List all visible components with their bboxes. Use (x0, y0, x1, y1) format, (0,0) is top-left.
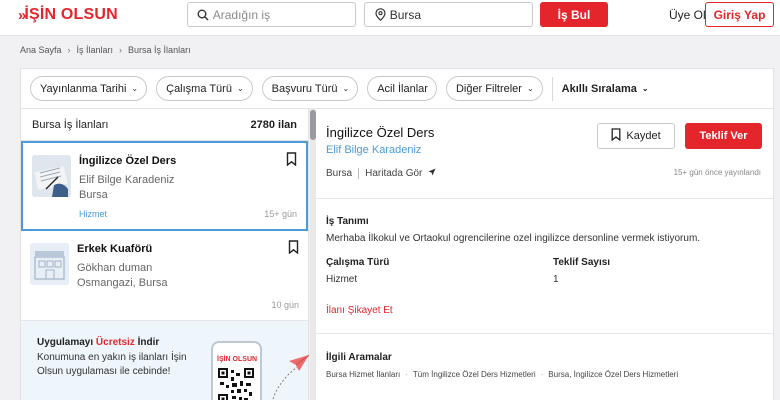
promo-title-post: İndir (134, 337, 160, 348)
chevron-right-icon: › (119, 45, 123, 55)
related-searches-heading: İlgili Aramalar (326, 352, 392, 363)
filter-bar: Yayınlanma Tarihi ⌄ Çalışma Türü ⌄ Başvuru… (20, 68, 774, 108)
job-thumbnail (30, 243, 69, 285)
find-jobs-button[interactable]: İş Bul (540, 2, 608, 27)
job-location: Bursa (79, 189, 108, 201)
breadcrumb: Ana Sayfa › İş İlanları › Bursa İş İlanl… (20, 45, 191, 55)
site-logo[interactable]: » İŞİN OLSUN (18, 5, 118, 25)
filter-application-type[interactable]: Başvuru Türü ⌄ (261, 76, 359, 101)
divider (358, 168, 360, 179)
chevron-down-icon: ⌄ (526, 84, 534, 93)
chevron-down-icon: ⌄ (342, 84, 350, 93)
app-promo-banner[interactable]: Uygulamayı Ücretsiz İndir Konumuna en ya… (21, 321, 310, 400)
report-listing-link[interactable]: İlanı Şikayet Et (326, 305, 393, 316)
job-company: Gökhan duman (77, 262, 153, 274)
job-location: Osmangazi, Bursa (77, 277, 168, 289)
detail-location: Bursa (326, 168, 353, 179)
job-title: Erkek Kuaförü (77, 243, 153, 255)
job-card[interactable]: Erkek Kuaförü Gökhan duman Osmangazi, Bu… (21, 231, 308, 321)
promo-title-highlight: Ücretsiz (95, 337, 135, 348)
detail-title: İngilizce Özel Ders (326, 125, 435, 140)
sort-label: Akıllı Sıralama (561, 82, 637, 95)
make-offer-button[interactable]: Teklif Ver (685, 123, 762, 149)
job-tag: Hizmet (79, 209, 108, 219)
job-description: Merhaba İlkokul ve Ortaokul ogrencilerin… (326, 233, 701, 244)
map-link[interactable]: Haritada Gör (365, 168, 422, 179)
chevron-down-icon: ⌄ (641, 84, 649, 93)
related-link[interactable]: Bursa Hizmet İlanları (326, 370, 400, 379)
filter-urgent[interactable]: Acil İlanlar (367, 76, 437, 101)
breadcrumb-current: Bursa İş İlanları (128, 45, 191, 55)
promo-title: Uygulamayı Ücretsiz İndir (37, 337, 159, 348)
qr-code-icon (218, 368, 254, 400)
navigation-arrow-icon (428, 168, 436, 179)
phone-logo: İŞİN OLSUN (217, 356, 258, 363)
sort-dropdown[interactable]: Akıllı Sıralama ⌄ (562, 83, 649, 95)
paper-plane-icon (272, 354, 310, 400)
job-age: 10 gün (271, 300, 299, 310)
bookmark-icon (611, 128, 621, 144)
chip-label: Yayınlanma Tarihi (40, 82, 127, 95)
logo-text: İŞİN OLSUN (24, 6, 118, 23)
chevron-right-icon: › (67, 45, 71, 55)
chevron-down-icon: ⌄ (236, 84, 244, 93)
job-card[interactable]: İngilizce Özel Ders Elif Bilge Karadeniz… (21, 141, 308, 231)
job-age: 15+ gün (264, 209, 297, 219)
work-type-value: Hizmet (326, 274, 358, 285)
related-link[interactable]: Tüm İngilizce Özel Ders Hizmetleri (413, 370, 536, 379)
chevron-down-icon: ⌄ (131, 84, 139, 93)
breadcrumb-home[interactable]: Ana Sayfa (20, 45, 62, 55)
divider (316, 333, 774, 334)
promo-title-pre: Uygulamayı (37, 337, 96, 348)
offer-count-value: 1 (553, 274, 559, 285)
promo-text: Konumuna en yakın iş ilanları İşin Olsun… (37, 352, 187, 377)
offer-count-label: Teklif Sayısı (553, 257, 611, 268)
breadcrumb-jobs[interactable]: İş İlanları (77, 45, 114, 55)
list-title: Bursa İş İlanları (32, 118, 109, 131)
location-input[interactable] (389, 7, 532, 22)
location-search-box[interactable] (364, 2, 533, 27)
chip-label: Diğer Filtreler (455, 82, 522, 95)
top-header: » İŞİN OLSUN İş Bul Üye Ol Giriş Yap (0, 0, 780, 36)
chip-label: Başvuru Türü (271, 82, 338, 95)
job-company: Elif Bilge Karadeniz (79, 174, 175, 186)
list-header: Bursa İş İlanları 2780 ilan (21, 109, 308, 141)
save-label: Kaydet (626, 130, 661, 142)
related-link[interactable]: Bursa, İngilizce Özel Ders Hizmetleri (548, 370, 678, 379)
save-button[interactable]: Kaydet (597, 123, 675, 149)
chip-label: Çalışma Türü (166, 82, 232, 95)
related-searches: Bursa Hizmet İlanları · Tüm İngilizce Öz… (326, 370, 678, 379)
phone-mockup: İŞİN OLSUN (211, 341, 262, 400)
chip-label: Acil İlanlar (377, 82, 428, 95)
register-link[interactable]: Üye Ol (669, 8, 706, 22)
separator: · (405, 370, 408, 379)
search-icon (194, 9, 213, 21)
filter-work-type[interactable]: Çalışma Türü ⌄ (156, 76, 253, 101)
job-thumbnail (32, 155, 71, 197)
location-pin-icon (371, 8, 390, 21)
logo-arrows-icon: » (18, 6, 27, 24)
keyword-input[interactable] (212, 7, 355, 22)
keyword-search-box[interactable] (187, 2, 356, 27)
job-desc-heading: İş Tanımı (326, 216, 369, 227)
detail-meta: Bursa Haritada Gör (326, 168, 436, 179)
job-title: İngilizce Özel Ders (79, 155, 177, 167)
divider (316, 198, 774, 199)
posted-date: 15+ gün önce yayınlandı (673, 168, 761, 177)
bookmark-icon[interactable] (288, 240, 299, 257)
divider (551, 76, 553, 101)
login-button[interactable]: Giriş Yap (705, 2, 774, 27)
detail-company-link[interactable]: Elif Bilge Karadeniz (326, 144, 421, 156)
listing-count: 2780 ilan (250, 118, 297, 131)
separator: · (540, 370, 544, 379)
job-list-panel: Bursa İş İlanları 2780 ilan İngilizce Öz… (20, 108, 310, 400)
filter-publish-date[interactable]: Yayınlanma Tarihi ⌄ (30, 76, 148, 101)
bookmark-icon[interactable] (286, 152, 297, 169)
work-type-label: Çalışma Türü (326, 257, 390, 268)
job-detail-panel: İngilizce Özel Ders Elif Bilge Karadeniz… (316, 108, 774, 400)
filter-other[interactable]: Diğer Filtreler ⌄ (445, 76, 543, 101)
